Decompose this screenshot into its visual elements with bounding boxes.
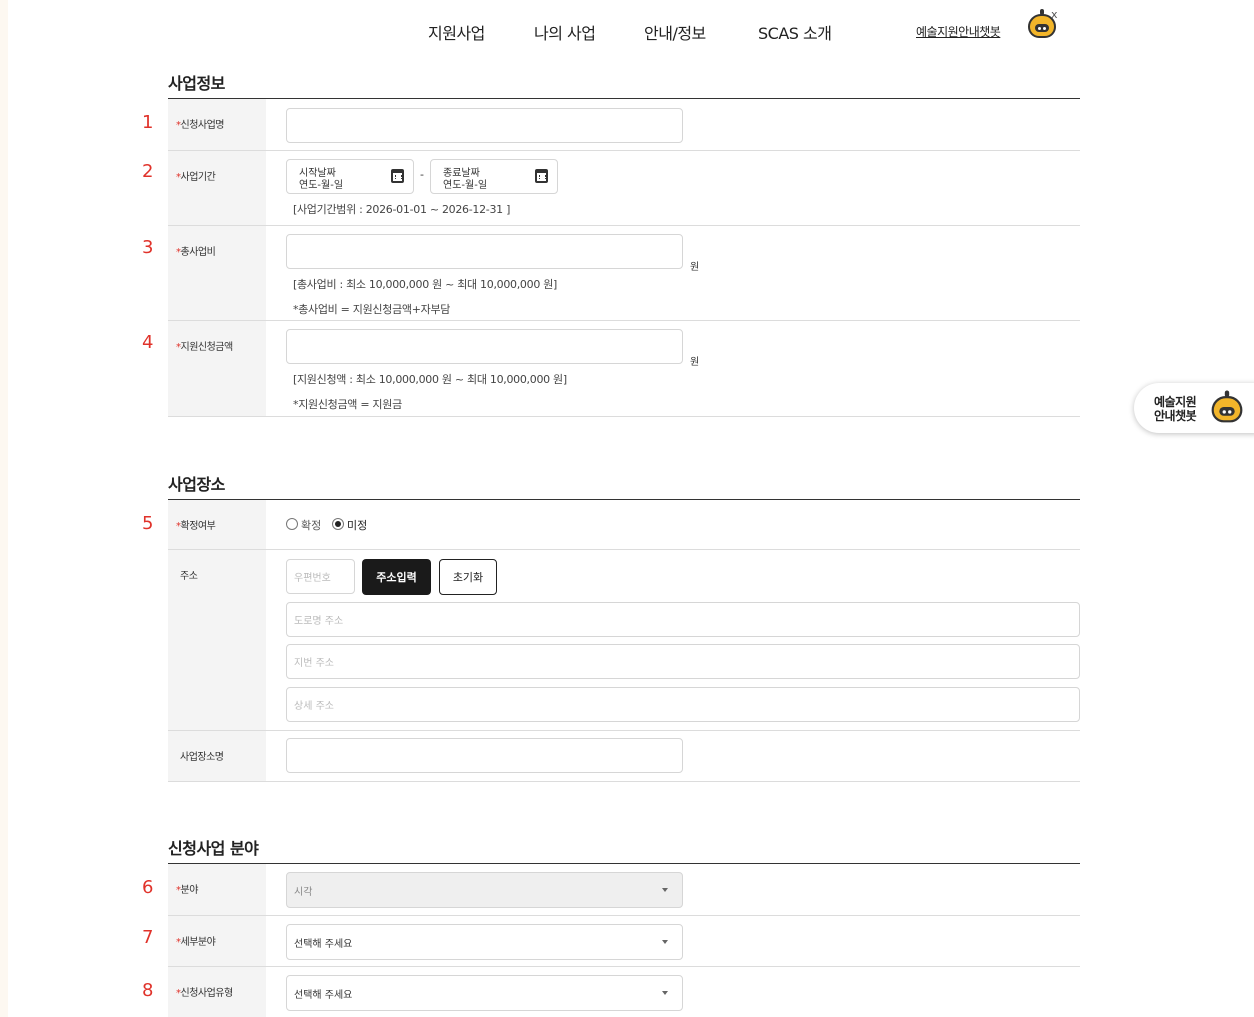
- section-title-business-place: 사업장소: [168, 475, 225, 494]
- floating-chatbot-label-2: 안내챗봇: [1154, 409, 1197, 423]
- nav-about-scas[interactable]: SCAS 소개: [758, 20, 832, 44]
- date-separator: -: [420, 168, 424, 181]
- form-row-sub-field: *세부분야 선택해 주세요: [168, 916, 1080, 967]
- zip-code-input[interactable]: 우편번호: [286, 559, 355, 594]
- radio-confirmed[interactable]: [286, 518, 298, 530]
- place-name-input[interactable]: [286, 738, 683, 773]
- robot-icon: [1211, 390, 1244, 424]
- project-name-input[interactable]: [286, 108, 683, 143]
- field-select: 시각: [286, 872, 683, 908]
- form-row-period: *사업기간 시작날짜 연도-월-일 - 종료날짜 연도-월-일 [사업기간범위 …: [168, 151, 1080, 226]
- detail-address-input[interactable]: 상세 주소: [286, 687, 1080, 722]
- close-chatbot-button[interactable]: x: [1051, 8, 1058, 21]
- radio-label-undecided[interactable]: 미정: [347, 517, 367, 533]
- currency-unit: 원: [690, 357, 700, 368]
- total-cost-formula-hint: *총사업비 = 지원신청금액+자부담: [293, 303, 451, 316]
- start-date-value: 연도-월-일: [299, 180, 344, 191]
- calendar-icon[interactable]: [535, 169, 548, 183]
- field-select-value: 시각: [294, 886, 313, 898]
- currency-unit: 원: [690, 262, 700, 273]
- form-row-project-name: *신청사업명: [168, 99, 1080, 151]
- form-row-total-cost: *총사업비 원 [총사업비 : 최소 10,000,000 원 ~ 최대 10,…: [168, 226, 1080, 321]
- row-number: 5: [142, 513, 154, 534]
- field-label: 분야: [180, 885, 199, 896]
- form-row-confirm: *확정여부 확정 미정: [168, 500, 1080, 550]
- row-number: 4: [142, 332, 154, 353]
- field-label: 세부분야: [180, 937, 216, 948]
- address-search-button[interactable]: 주소입력: [362, 559, 431, 595]
- nav-support-projects[interactable]: 지원사업: [428, 20, 485, 44]
- chevron-down-icon[interactable]: [662, 940, 668, 944]
- period-range-hint: [사업기간범위 : 2026-01-01 ~ 2026-12-31 ]: [293, 203, 511, 216]
- form-row-project-type: *신청사업유형 선택해 주세요: [168, 967, 1080, 1017]
- row-number: 1: [142, 112, 154, 133]
- row-number: 6: [142, 877, 154, 898]
- support-amount-input[interactable]: [286, 329, 683, 364]
- row-number: 2: [142, 161, 154, 182]
- support-amount-range-hint: [지원신청액 : 최소 10,000,000 원 ~ 최대 10,000,000…: [293, 373, 567, 386]
- calendar-icon[interactable]: [391, 169, 404, 183]
- end-date-picker[interactable]: 종료날짜 연도-월-일: [430, 159, 558, 194]
- field-label: 신청사업명: [180, 120, 225, 131]
- field-label: 지원신청금액: [180, 342, 234, 353]
- address-reset-button[interactable]: 초기화: [439, 559, 497, 595]
- row-number: 3: [142, 237, 154, 258]
- nav-my-projects[interactable]: 나의 사업: [534, 20, 596, 44]
- radio-undecided[interactable]: [332, 518, 344, 530]
- field-label: 신청사업유형: [180, 988, 234, 999]
- floating-chatbot-button[interactable]: 예술지원 안내챗봇: [1134, 383, 1254, 433]
- nav-guide-info[interactable]: 안내/정보: [644, 20, 706, 44]
- project-type-select-value: 선택해 주세요: [294, 989, 353, 1001]
- field-label: 사업기간: [180, 172, 216, 183]
- field-label: 총사업비: [180, 247, 216, 258]
- chatbot-link[interactable]: 예술지원안내챗봇: [916, 23, 1001, 40]
- form-row-support-amount: *지원신청금액 원 [지원신청액 : 최소 10,000,000 원 ~ 최대 …: [168, 321, 1080, 417]
- section-title-business-field: 신청사업 분야: [168, 839, 259, 858]
- sub-field-select-value: 선택해 주세요: [294, 938, 353, 950]
- chevron-down-icon: [662, 888, 668, 892]
- chevron-down-icon[interactable]: [662, 991, 668, 995]
- form-row-address: 주소 우편번호 주소입력 초기화 도로명 주소 지번 주소 상세 주소: [168, 550, 1080, 731]
- end-date-value: 연도-월-일: [443, 180, 488, 191]
- section-title-business-info: 사업정보: [168, 74, 225, 93]
- total-cost-range-hint: [총사업비 : 최소 10,000,000 원 ~ 최대 10,000,000 …: [293, 278, 558, 291]
- field-label: 확정여부: [180, 521, 216, 532]
- row-number: 7: [142, 927, 154, 948]
- radio-label-confirmed[interactable]: 확정: [301, 517, 321, 533]
- sub-field-select[interactable]: 선택해 주세요: [286, 924, 683, 960]
- form-row-field: *분야 시각: [168, 864, 1080, 916]
- project-type-select[interactable]: 선택해 주세요: [286, 975, 683, 1011]
- field-label: 주소: [180, 571, 198, 582]
- jibun-address-input[interactable]: 지번 주소: [286, 644, 1080, 679]
- support-amount-formula-hint: *지원신청금액 = 지원금: [293, 398, 402, 411]
- field-label: 사업장소명: [180, 752, 224, 763]
- form-row-place-name: 사업장소명: [168, 731, 1080, 782]
- road-address-input[interactable]: 도로명 주소: [286, 602, 1080, 637]
- row-number: 8: [142, 980, 154, 1001]
- total-cost-input[interactable]: [286, 234, 683, 269]
- start-date-picker[interactable]: 시작날짜 연도-월-일: [286, 159, 414, 194]
